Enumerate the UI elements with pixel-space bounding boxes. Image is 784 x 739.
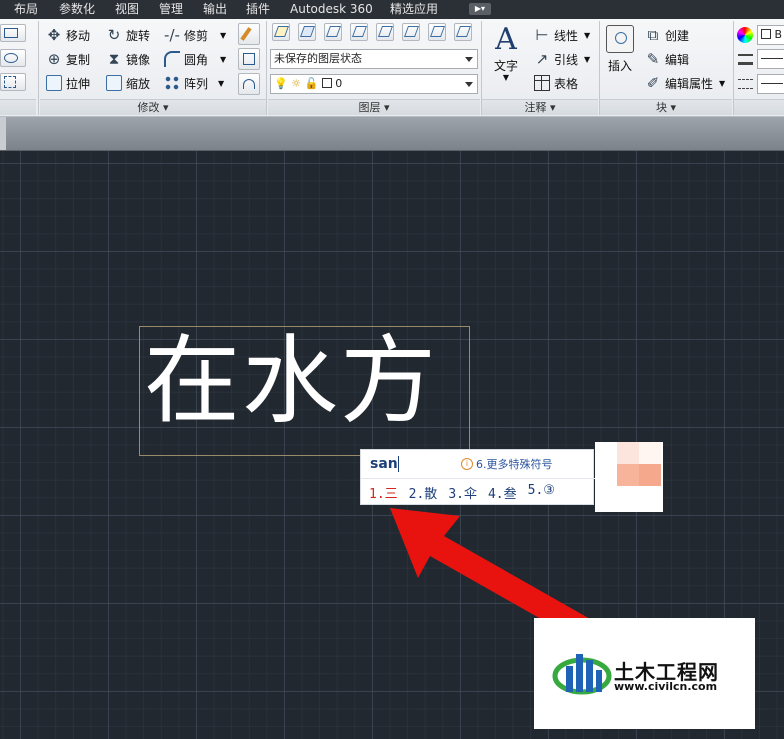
panel-separator bbox=[38, 21, 39, 115]
lineweight-icon[interactable] bbox=[738, 54, 753, 65]
layer-match-icon[interactable] bbox=[428, 23, 446, 41]
properties-panel-title[interactable] bbox=[734, 99, 784, 115]
stretch-icon bbox=[46, 75, 62, 91]
menu-item-parametric[interactable]: 参数化 bbox=[59, 2, 95, 17]
ime-input: san bbox=[370, 456, 398, 472]
watermark-url: www.civilcn.com bbox=[614, 680, 718, 693]
menu-item-manage[interactable]: 管理 bbox=[159, 2, 183, 17]
annotation-panel-title[interactable]: 注释 ▾ bbox=[482, 99, 598, 115]
menu-item-output[interactable]: 输出 bbox=[203, 2, 227, 17]
layer-state-icon[interactable] bbox=[298, 23, 316, 41]
document-tab[interactable] bbox=[0, 117, 6, 150]
linear-dimension-icon: ⊢ bbox=[535, 26, 549, 44]
insert-icon bbox=[606, 25, 634, 53]
block-panel-title[interactable]: 块 ▾ bbox=[600, 99, 732, 115]
edit-attributes-tool[interactable]: ✐ 编辑属性 ▼ bbox=[645, 73, 725, 93]
linetype-icon[interactable] bbox=[738, 79, 753, 89]
ime-cursor bbox=[398, 456, 399, 472]
color-combo[interactable]: B bbox=[757, 25, 784, 45]
scale-icon bbox=[106, 75, 122, 91]
mtext-content[interactable]: 在水方 bbox=[144, 326, 474, 436]
copy-tool[interactable]: ⊕ 复制 bbox=[46, 49, 90, 69]
watermark-logo: 土木工程网 www.civilcn.com bbox=[534, 618, 755, 729]
explode-icon[interactable] bbox=[238, 48, 260, 70]
edit-block-icon: ✎ bbox=[646, 50, 660, 68]
fillet-icon bbox=[164, 51, 180, 67]
info-icon: i bbox=[461, 458, 473, 470]
trim-tool[interactable]: -/- 修剪 ▼ bbox=[164, 25, 226, 45]
text-tool[interactable]: A 文字 ▼ bbox=[488, 23, 524, 82]
menu-item-featured-apps[interactable]: 精选应用 bbox=[390, 2, 438, 17]
layer-combo[interactable]: 💡 ☼ 🔓 0 bbox=[270, 74, 478, 94]
color-swatch bbox=[321, 78, 332, 88]
mirror-icon: ⧗ bbox=[108, 50, 120, 68]
create-block-icon: ⧉ bbox=[647, 26, 659, 44]
scale-tool[interactable]: 缩放 bbox=[106, 73, 150, 93]
trim-icon: -/- bbox=[164, 26, 180, 44]
menu-bar: 布局 参数化 视图 管理 输出 插件 Autodesk 360 精选应用 ▶▾ bbox=[0, 0, 784, 19]
fillet-tool[interactable]: 圆角 ▼ bbox=[164, 49, 226, 69]
ribbon: ✥ 移动 ↻ 旋转 -/- 修剪 ▼ ⊕ 复制 ⧗ 镜像 圆角 ▼ 拉伸 缩放 阵列 ▼ 修改 … bbox=[0, 19, 784, 117]
array-icon bbox=[164, 75, 180, 91]
video-icon[interactable]: ▶▾ bbox=[469, 3, 491, 15]
mirror-tool[interactable]: ⧗ 镜像 bbox=[106, 49, 150, 69]
edit-attributes-icon: ✐ bbox=[646, 74, 660, 92]
rotate-icon: ↻ bbox=[107, 26, 121, 44]
create-block-tool[interactable]: ⧉ 创建 bbox=[645, 25, 689, 45]
rotate-tool[interactable]: ↻ 旋转 bbox=[106, 25, 150, 45]
move-tool[interactable]: ✥ 移动 bbox=[46, 25, 90, 45]
edit-block-tool[interactable]: ✎ 编辑 bbox=[645, 49, 689, 69]
linear-dimension-tool[interactable]: ⊢ 线性 ▼ bbox=[534, 25, 590, 45]
layer-properties-icon[interactable] bbox=[272, 23, 290, 41]
ime-divider bbox=[361, 478, 595, 479]
document-tab-strip bbox=[0, 117, 784, 151]
lock-icon: 🔓 bbox=[304, 77, 319, 90]
modify-panel-title[interactable]: 修改 ▾ bbox=[40, 99, 266, 115]
draw-panel-title[interactable] bbox=[0, 99, 36, 115]
lineweight-combo[interactable] bbox=[757, 49, 784, 69]
linetype-combo[interactable] bbox=[757, 74, 784, 94]
layers-panel-title[interactable]: 图层 ▾ bbox=[268, 99, 480, 115]
rectangle-icon[interactable] bbox=[0, 24, 26, 42]
text-icon: A bbox=[495, 22, 517, 57]
color-wheel-icon[interactable] bbox=[737, 27, 753, 43]
menu-item-layout[interactable]: 布局 bbox=[14, 2, 38, 17]
bulb-icon: 💡 bbox=[274, 77, 288, 90]
menu-item-view[interactable]: 视图 bbox=[115, 2, 139, 17]
panel-separator bbox=[266, 21, 267, 115]
ellipse-icon[interactable] bbox=[0, 49, 26, 67]
ime-more-symbols[interactable]: i 6.更多特殊符号 bbox=[461, 456, 553, 472]
menu-item-autodesk360[interactable]: Autodesk 360 bbox=[290, 2, 373, 17]
leader-tool[interactable]: ↗ 引线 ▼ bbox=[534, 49, 590, 69]
layer-freeze-icon[interactable] bbox=[350, 23, 368, 41]
leader-icon: ↗ bbox=[535, 50, 549, 68]
erase-icon[interactable] bbox=[238, 23, 260, 45]
stretch-tool[interactable]: 拉伸 bbox=[46, 73, 90, 93]
menu-item-plugins[interactable]: 插件 bbox=[246, 2, 270, 17]
layer-previous-icon[interactable] bbox=[454, 23, 472, 41]
layer-lock-icon[interactable] bbox=[402, 23, 420, 41]
sun-icon: ☼ bbox=[291, 77, 302, 90]
civilcn-logo-icon bbox=[552, 654, 612, 695]
layer-state-combo[interactable]: 未保存的图层状态 bbox=[270, 49, 478, 69]
copy-icon: ⊕ bbox=[47, 50, 61, 68]
layer-off-icon[interactable] bbox=[376, 23, 394, 41]
table-icon bbox=[534, 75, 550, 91]
layer-isolate-icon[interactable] bbox=[324, 23, 342, 41]
move-icon: ✥ bbox=[47, 26, 61, 44]
ime-candidate-window: san i 6.更多特殊符号 1.三 2.散 3.伞 4.叁 5.③ bbox=[360, 449, 595, 505]
hatch-icon[interactable] bbox=[0, 73, 26, 91]
table-tool[interactable]: 表格 bbox=[534, 73, 578, 93]
offset-icon[interactable] bbox=[238, 73, 260, 95]
insert-block-tool[interactable]: 插入 bbox=[603, 25, 637, 74]
array-tool[interactable]: 阵列 ▼ bbox=[164, 73, 224, 93]
